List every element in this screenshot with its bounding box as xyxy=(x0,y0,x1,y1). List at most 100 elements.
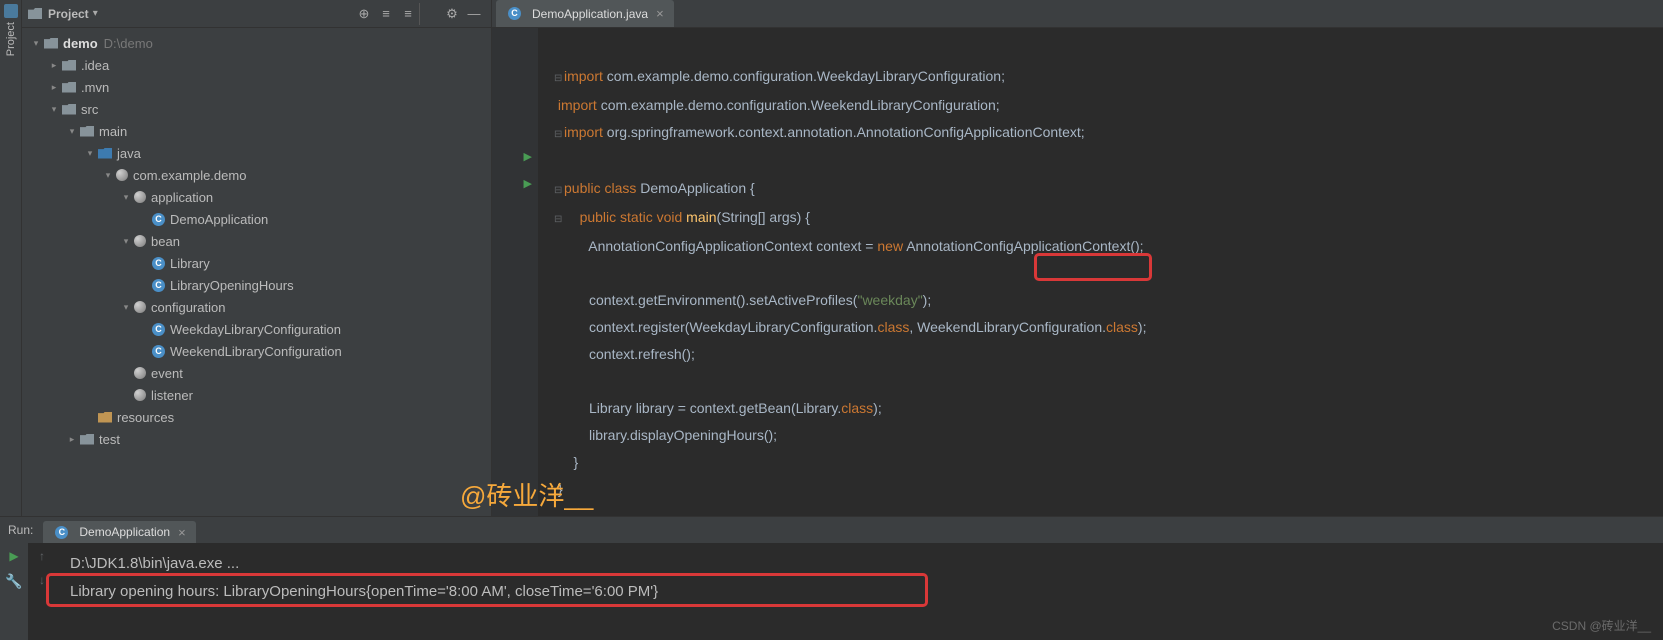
tree-row[interactable]: LibraryOpeningHours xyxy=(22,274,491,296)
run-gutter-icon[interactable]: ▶ xyxy=(492,171,532,198)
tree-row[interactable]: ▾src xyxy=(22,98,491,120)
highlight-annotation xyxy=(1034,253,1152,281)
close-icon[interactable]: × xyxy=(656,6,664,21)
class-icon xyxy=(508,7,521,20)
tree-label: com.example.demo xyxy=(133,168,246,183)
tree-path: D:\demo xyxy=(104,36,153,51)
package-icon xyxy=(134,389,146,401)
tree-label: WeekdayLibraryConfiguration xyxy=(170,322,341,337)
tree-row[interactable]: ▾application xyxy=(22,186,491,208)
run-nav: ↑ ↓ xyxy=(28,543,56,640)
down-icon[interactable]: ↓ xyxy=(39,573,45,587)
tree-row[interactable]: listener xyxy=(22,384,491,406)
tree-label: LibraryOpeningHours xyxy=(170,278,294,293)
editor-area: DemoApplication.java × ▶ ▶ ⊟import com.e… xyxy=(492,0,1663,516)
tree-label: .idea xyxy=(81,58,109,73)
console-output[interactable]: D:\JDK1.8\bin\java.exe ... Library openi… xyxy=(56,543,1663,640)
run-title: Run: xyxy=(8,523,33,537)
tree-row[interactable]: ▾demoD:\demo xyxy=(22,32,491,54)
class-icon xyxy=(152,323,165,336)
folder-icon xyxy=(62,82,76,93)
target-icon[interactable]: ⊕ xyxy=(353,3,375,25)
expand-icon[interactable]: ≡ xyxy=(397,3,419,25)
tree-label: java xyxy=(117,146,141,161)
panel-header: Project ▾ ⊕ ≡ ≡ ⚙ — xyxy=(22,0,491,28)
rerun-icon[interactable]: ▶ xyxy=(9,549,18,563)
run-tab-label: DemoApplication xyxy=(79,525,170,539)
tree-label: WeekendLibraryConfiguration xyxy=(170,344,342,359)
settings-icon[interactable]: ⚙ xyxy=(441,3,463,25)
code-area[interactable]: ▶ ▶ ⊟import com.example.demo.configurati… xyxy=(492,28,1663,516)
tree-label: configuration xyxy=(151,300,225,315)
tree-label: event xyxy=(151,366,183,381)
wrench-icon[interactable]: 🔧 xyxy=(5,573,22,590)
tree-row[interactable]: resources xyxy=(22,406,491,428)
tree-row[interactable]: ▸test xyxy=(22,428,491,450)
folder-icon xyxy=(28,8,42,19)
project-tree[interactable]: ▾demoD:\demo ▸.idea ▸.mvn ▾src ▾main ▾ja… xyxy=(22,28,491,516)
tree-label: .mvn xyxy=(81,80,109,95)
tree-row[interactable]: event xyxy=(22,362,491,384)
tree-label: Library xyxy=(170,256,210,271)
folder-icon xyxy=(44,38,58,49)
panel-title: Project xyxy=(48,7,89,21)
run-toolbar: ▶ 🔧 xyxy=(0,543,28,640)
package-icon xyxy=(134,235,146,247)
run-gutter-icon[interactable]: ▶ xyxy=(492,144,532,171)
code-content[interactable]: ⊟import com.example.demo.configuration.W… xyxy=(538,28,1663,516)
class-icon xyxy=(55,526,68,539)
source-folder-icon xyxy=(98,148,112,159)
up-icon[interactable]: ↑ xyxy=(39,549,45,563)
console-line: Library opening hours: LibraryOpeningHou… xyxy=(70,578,1663,606)
tree-row[interactable]: ▾main xyxy=(22,120,491,142)
editor-tabs: DemoApplication.java × xyxy=(492,0,1663,28)
run-body: ▶ 🔧 ↑ ↓ D:\JDK1.8\bin\java.exe ... Libra… xyxy=(0,543,1663,640)
package-icon xyxy=(134,301,146,313)
run-tab[interactable]: DemoApplication × xyxy=(43,521,195,543)
class-icon xyxy=(152,345,165,358)
tab-label: DemoApplication.java xyxy=(532,7,648,21)
class-icon xyxy=(152,279,165,292)
resource-folder-icon xyxy=(98,412,112,423)
csdn-watermark: CSDN @砖业洋__ xyxy=(1552,617,1651,634)
tree-label: demo xyxy=(63,36,98,51)
run-panel: Run: DemoApplication × ▶ 🔧 ↑ ↓ D:\JDK1.8… xyxy=(0,516,1663,640)
class-icon xyxy=(152,213,165,226)
tree-label: test xyxy=(99,432,120,447)
tree-row[interactable]: ▾java xyxy=(22,142,491,164)
folder-icon xyxy=(80,126,94,137)
tree-row[interactable]: ▾configuration xyxy=(22,296,491,318)
hide-icon[interactable]: — xyxy=(463,3,485,25)
tree-label: DemoApplication xyxy=(170,212,268,227)
project-icon xyxy=(4,4,18,18)
dropdown-icon[interactable]: ▾ xyxy=(93,8,98,19)
tree-label: main xyxy=(99,124,127,139)
tree-row[interactable]: ▾bean xyxy=(22,230,491,252)
gutter: ▶ ▶ xyxy=(492,28,538,516)
sidebar-tab-label: Project xyxy=(5,22,17,56)
tree-label: bean xyxy=(151,234,180,249)
folder-icon xyxy=(62,104,76,115)
package-icon xyxy=(134,191,146,203)
tree-row[interactable]: ▸.idea xyxy=(22,54,491,76)
tree-row[interactable]: WeekdayLibraryConfiguration xyxy=(22,318,491,340)
folder-icon xyxy=(62,60,76,71)
console-line: D:\JDK1.8\bin\java.exe ... xyxy=(70,555,239,572)
project-sidebar-tab[interactable]: Project xyxy=(0,0,22,516)
tree-row[interactable]: ▸.mvn xyxy=(22,76,491,98)
package-icon xyxy=(134,367,146,379)
editor-tab[interactable]: DemoApplication.java × xyxy=(496,0,674,27)
tree-label: application xyxy=(151,190,213,205)
close-icon[interactable]: × xyxy=(178,525,186,540)
class-icon xyxy=(152,257,165,270)
tree-row[interactable]: WeekendLibraryConfiguration xyxy=(22,340,491,362)
tree-row[interactable]: ▾com.example.demo xyxy=(22,164,491,186)
folder-icon xyxy=(80,434,94,445)
package-icon xyxy=(116,169,128,181)
tree-row[interactable]: DemoApplication xyxy=(22,208,491,230)
tree-row[interactable]: Library xyxy=(22,252,491,274)
tree-label: resources xyxy=(117,410,174,425)
collapse-icon[interactable]: ≡ xyxy=(375,3,397,25)
tree-label: listener xyxy=(151,388,193,403)
project-panel: Project ▾ ⊕ ≡ ≡ ⚙ — ▾demoD:\demo ▸.idea … xyxy=(22,0,492,516)
